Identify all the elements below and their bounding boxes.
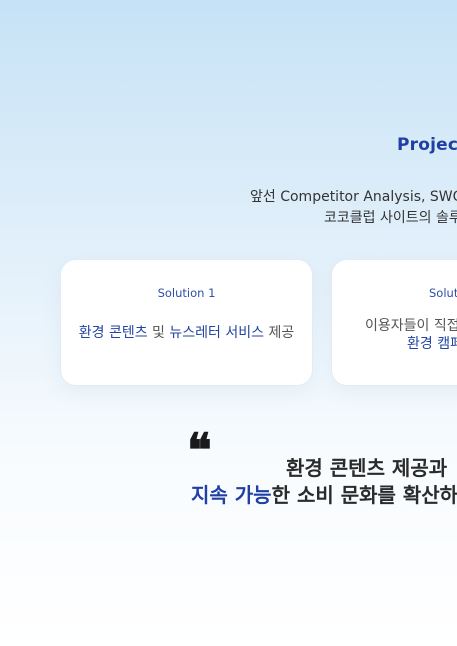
page: Projec 앞선 Competitor Analysis, SWO 코코클럽 …	[0, 0, 457, 646]
solution-text-plain: 및	[147, 325, 170, 341]
quote-highlight: 지속 가능	[191, 483, 272, 507]
solution-text-plain: 제공	[264, 325, 295, 341]
description-line-2: 코코클럽 사이트의 솔루	[324, 210, 457, 226]
section-title: Projec	[397, 135, 457, 155]
quote-icon: ❝	[187, 423, 212, 477]
solution-text-line-2: 환경 캠페	[407, 336, 457, 352]
solution-label: Solution 1	[157, 286, 216, 300]
solution-card-1: Solution 1 환경 콘텐츠 및 뉴스레터 서비스 제공	[60, 259, 313, 386]
solution-card-2: Solut 이용자들이 직접 환경 캠페	[331, 259, 457, 386]
solution-text-highlight: 환경 콘텐츠	[78, 325, 148, 341]
quote-line-1: 환경 콘텐츠 제공과	[286, 456, 448, 480]
solution-text-highlight: 뉴스레터 서비스	[169, 325, 265, 341]
solution-label: Solut	[429, 286, 457, 300]
description-line-1: 앞선 Competitor Analysis, SWO	[250, 189, 457, 205]
solution-text: 환경 콘텐츠 및 뉴스레터 서비스 제공	[61, 322, 312, 342]
quote-line-2: 지속 가능한 소비 문화를 확산하	[191, 479, 457, 508]
solution-text-line-1: 이용자들이 직접	[365, 318, 457, 334]
quote-rest: 한 소비 문화를 확산하	[271, 483, 457, 507]
